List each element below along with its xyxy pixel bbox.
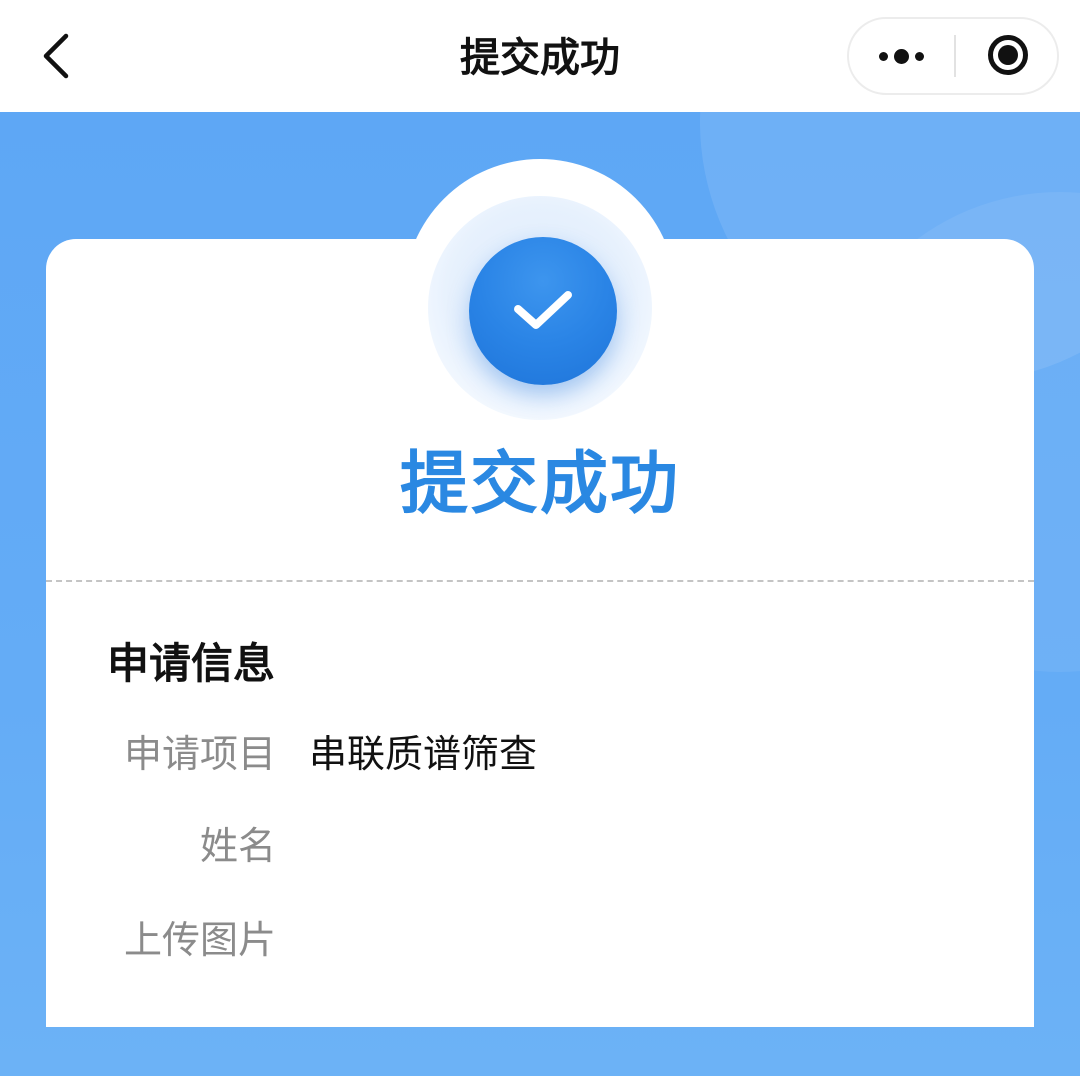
navigation-bar: 提交成功 <box>0 0 1080 112</box>
info-label-project: 申请项目 <box>123 732 276 776</box>
info-label-upload-image: 上传图片 <box>123 918 276 962</box>
info-value-project: 串联质谱筛查 <box>309 732 538 776</box>
success-title: 提交成功 <box>399 445 680 524</box>
close-button[interactable] <box>956 19 1057 93</box>
page-title: 提交成功 <box>460 35 620 81</box>
success-badge <box>469 237 617 385</box>
info-label-name: 姓名 <box>199 824 276 868</box>
mini-program-capsule <box>847 17 1059 95</box>
info-value-name <box>309 818 909 874</box>
section-title-application-info: 申请信息 <box>107 639 276 688</box>
dashed-divider <box>46 580 1034 582</box>
info-value-upload-image <box>309 912 909 968</box>
more-button[interactable] <box>849 19 954 93</box>
back-button[interactable] <box>22 18 92 94</box>
